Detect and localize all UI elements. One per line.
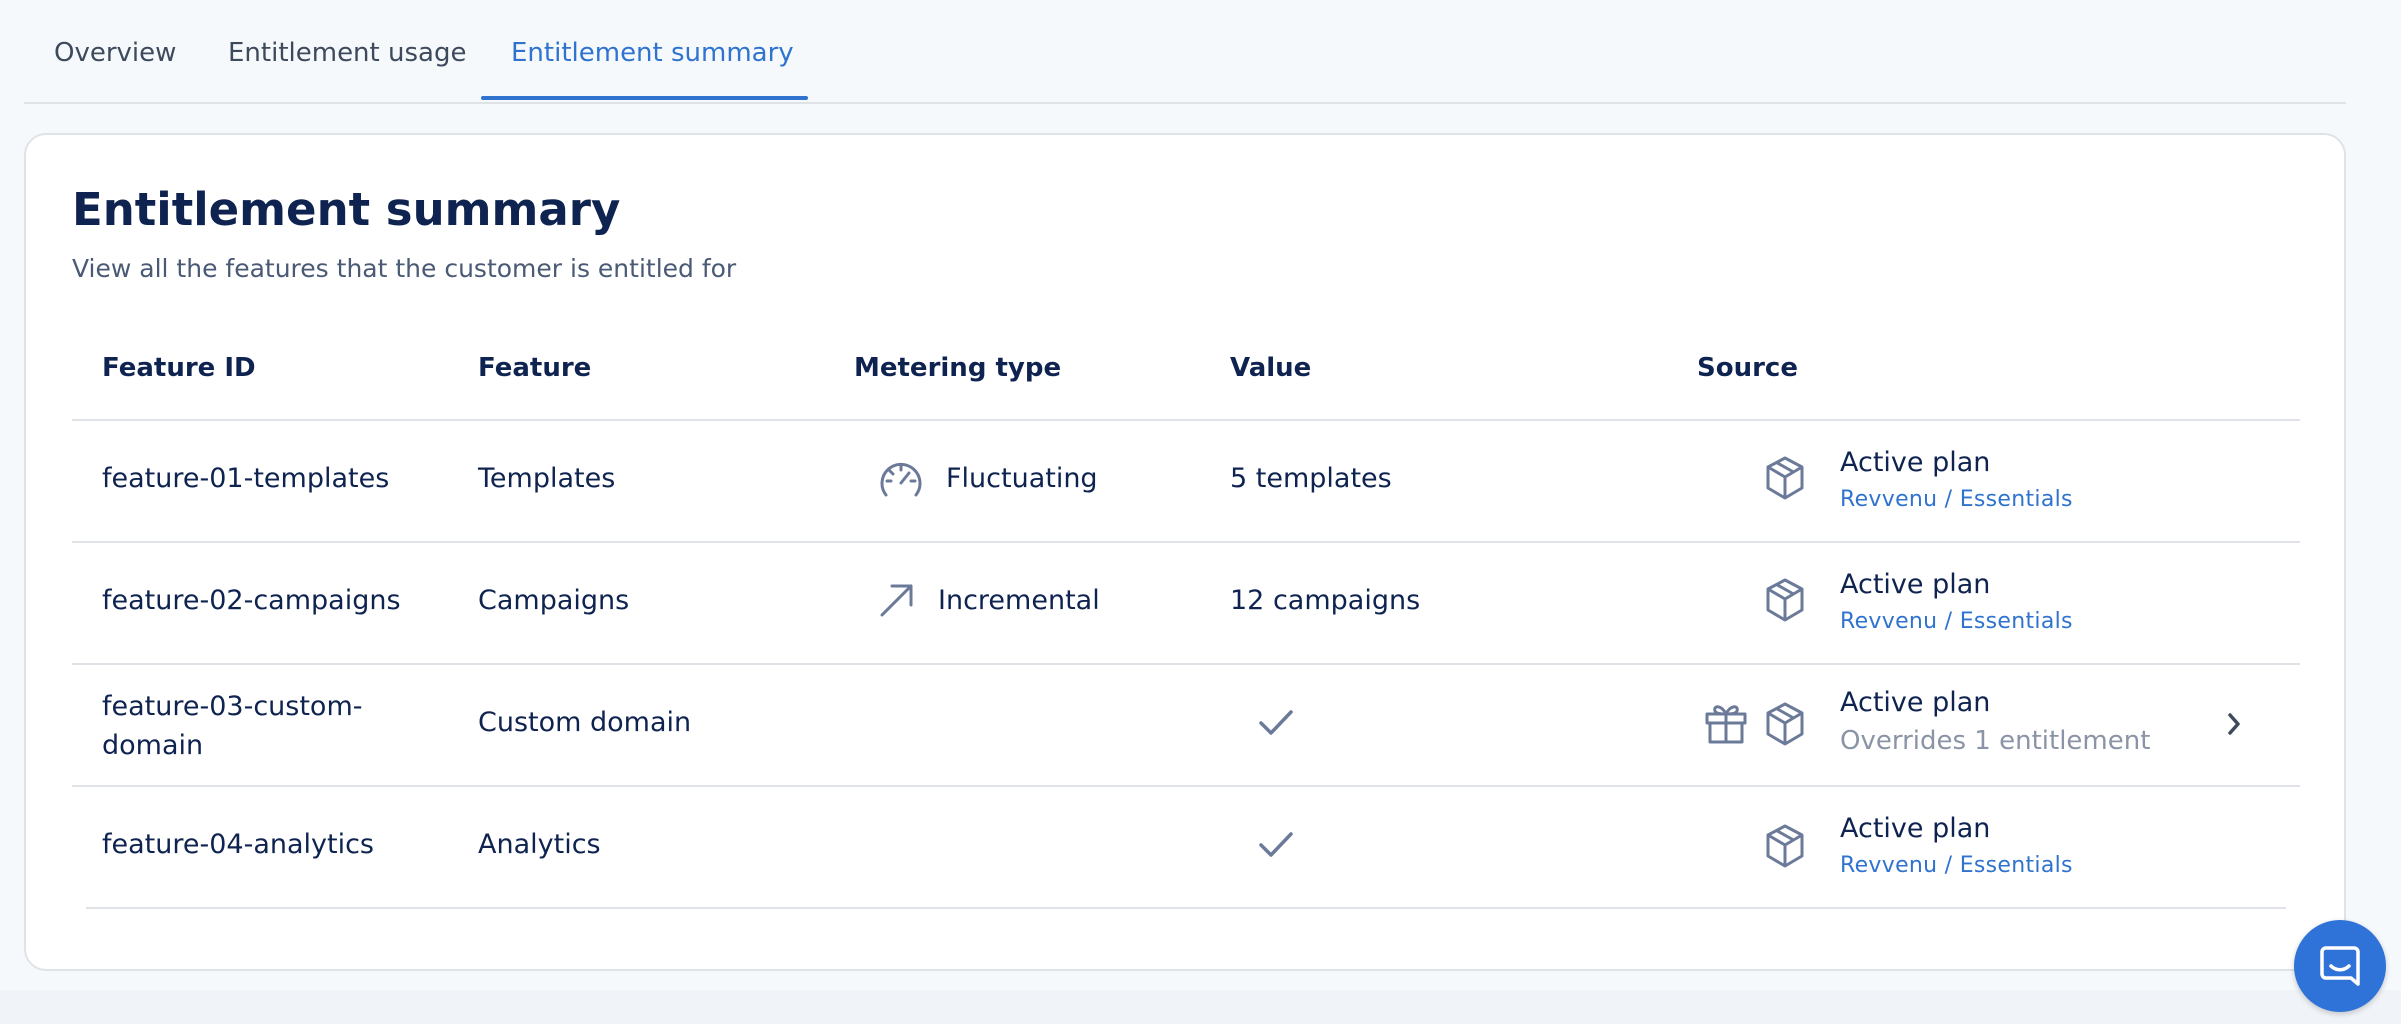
package-icon [1764,577,1806,627]
chat-icon [2318,944,2362,992]
tab-entitlement-summary[interactable]: Entitlement summary [511,38,794,68]
feature-cell: Custom domain [478,707,692,738]
gift-icon [1704,701,1748,749]
feature-id-cell: feature-01-templates [102,463,390,494]
gauge-icon [878,459,924,505]
package-icon [1764,455,1806,505]
check-icon [1258,707,1294,743]
active-tab-indicator [481,96,808,100]
feature-cell: Analytics [478,829,601,860]
source-title: Active plan [1840,569,1991,600]
table-row[interactable]: feature-04-analytics Analytics Active pl… [72,787,2300,907]
feature-id-cell: feature-02-campaigns [102,585,401,616]
package-icon [1764,823,1806,873]
page-title: Entitlement summary [72,183,621,236]
chat-launcher-button[interactable] [2294,920,2386,1012]
source-overrides: Overrides 1 entitlement [1840,726,2151,756]
metering-type-cell: Fluctuating [946,463,1098,494]
table-row[interactable]: feature-02-campaigns Campaigns Increment… [72,543,2300,663]
entitlement-summary-card: Entitlement summary View all the feature… [24,133,2346,971]
column-header-source[interactable]: Source [1697,353,1798,383]
column-header-feature-id[interactable]: Feature ID [102,353,256,383]
check-icon [1258,829,1294,865]
source-title: Active plan [1840,687,1991,718]
page-subtitle: View all the features that the customer … [72,254,737,283]
package-icon [1764,701,1806,751]
source-plan-link[interactable]: Revvenu / Essentials [1840,609,2073,634]
source-plan-link[interactable]: Revvenu / Essentials [1840,487,2073,512]
table-row[interactable]: feature-01-templates Templates Fluctuati… [72,421,2300,541]
table-bottom-divider [86,907,2286,909]
tab-bar: Overview Entitlement usage Entitlement s… [24,0,2346,104]
page-footer-strip [0,990,2401,1024]
metering-type-cell: Incremental [938,585,1100,616]
value-cell: 12 campaigns [1230,585,1421,616]
feature-cell: Campaigns [478,585,630,616]
column-header-value[interactable]: Value [1230,353,1311,383]
column-header-feature[interactable]: Feature [478,353,591,383]
feature-id-cell: feature-04-analytics [102,829,375,860]
value-cell: 5 templates [1230,463,1392,494]
column-header-metering-type[interactable]: Metering type [854,353,1061,383]
feature-id-cell: feature-03-custom-domain [102,691,363,761]
chevron-right-icon[interactable] [2224,709,2244,743]
feature-cell: Templates [478,463,616,494]
tab-overview[interactable]: Overview [54,38,176,68]
tab-entitlement-usage[interactable]: Entitlement usage [228,38,466,68]
arrow-up-right-icon [878,581,916,623]
source-title: Active plan [1840,447,1991,478]
table-row[interactable]: feature-03-custom-domain Custom domain A… [72,665,2300,785]
source-title: Active plan [1840,813,1991,844]
source-plan-link[interactable]: Revvenu / Essentials [1840,853,2073,878]
